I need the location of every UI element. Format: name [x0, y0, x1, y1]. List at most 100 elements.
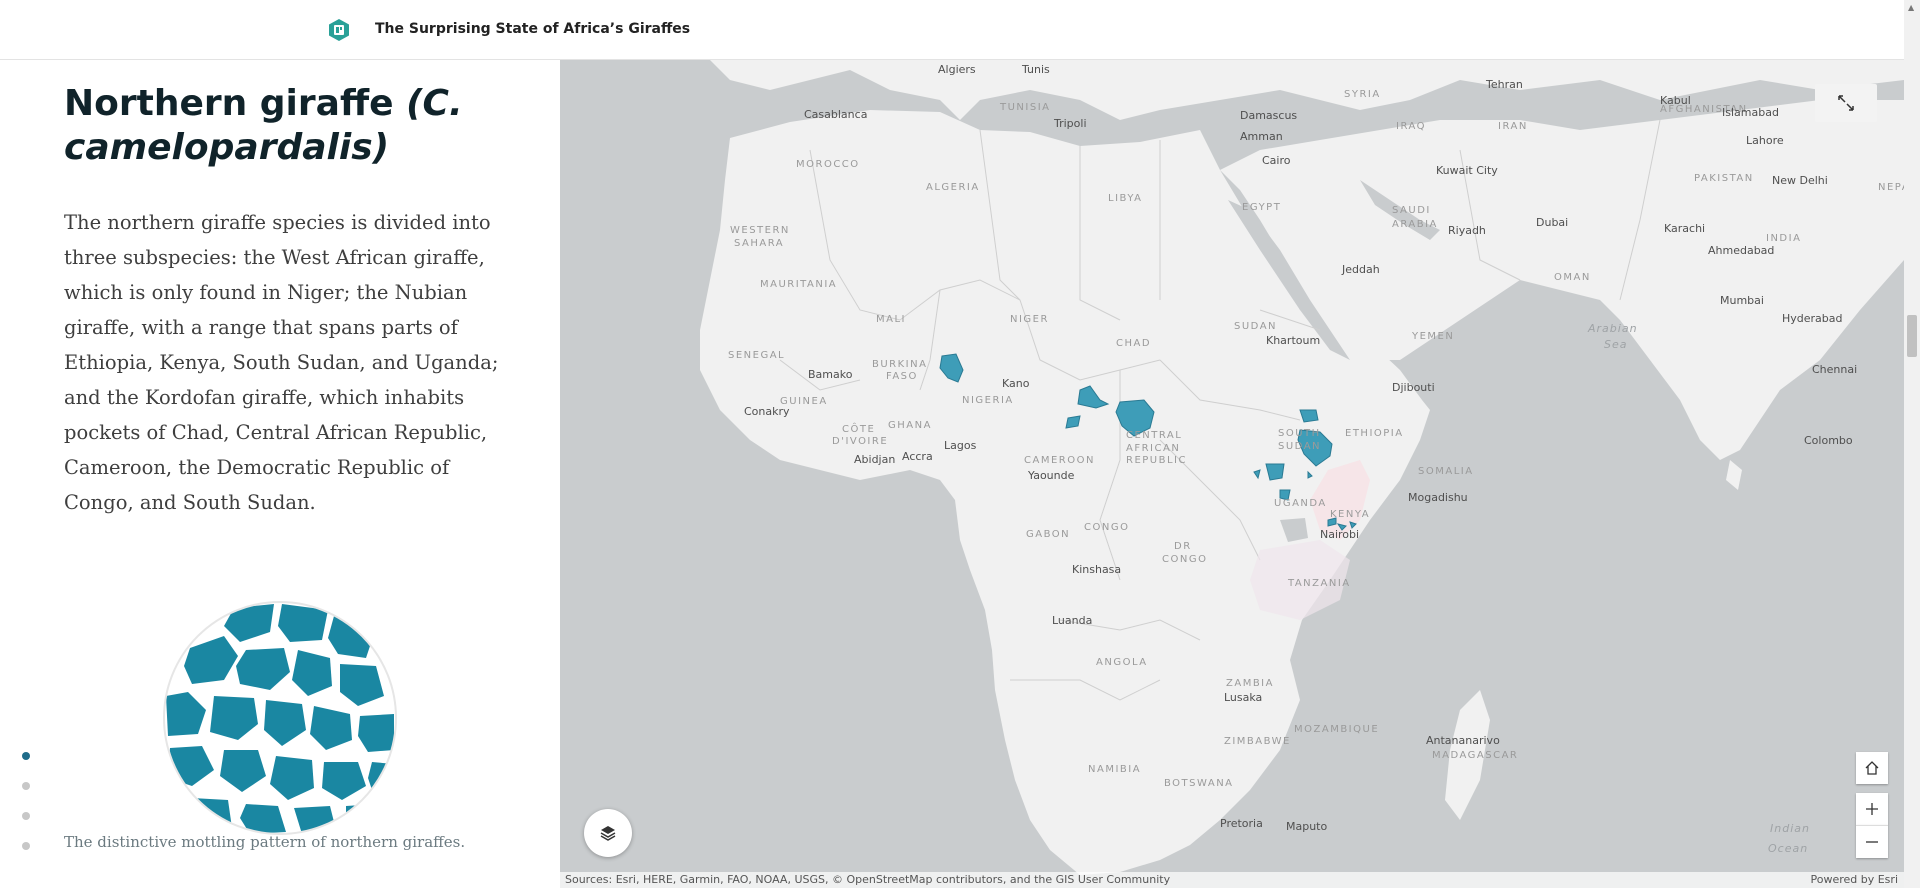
- scroll-up-icon[interactable]: ▲: [1908, 3, 1914, 12]
- narrative-panel: Northern giraffe (C. camelopardalis) The…: [0, 60, 560, 888]
- city-label: Pretoria: [1220, 817, 1263, 830]
- country-label: TANZANIA: [1287, 578, 1351, 589]
- city-label: Nairobi: [1320, 528, 1359, 541]
- city-label: Riyadh: [1448, 224, 1486, 237]
- section-dot-3[interactable]: [22, 812, 30, 820]
- country-label: SAUDI: [1392, 205, 1431, 216]
- plus-icon: [1866, 803, 1878, 815]
- country-label: CÔTE: [842, 422, 875, 435]
- heading-common-name: Northern giraffe: [64, 83, 394, 124]
- country-label: NEPAL: [1878, 182, 1904, 193]
- section-heading: Northern giraffe (C. camelopardalis): [64, 82, 504, 170]
- country-label: LIBYA: [1108, 193, 1143, 204]
- city-label: Antananarivo: [1426, 734, 1500, 747]
- country-label: IRAN: [1498, 121, 1528, 132]
- image-caption: The distinctive mottling pattern of nort…: [64, 833, 466, 851]
- country-label: BURKINA: [872, 359, 927, 370]
- zoom-out-button[interactable]: [1856, 825, 1888, 858]
- country-label: ZIMBABWE: [1224, 736, 1291, 747]
- home-icon: [1865, 761, 1879, 775]
- country-label: EGYPT: [1242, 202, 1281, 213]
- country-label: DR: [1174, 541, 1192, 552]
- country-label: MOZAMBIQUE: [1294, 724, 1379, 735]
- country-label: GABON: [1026, 529, 1070, 540]
- city-label: Islamabad: [1722, 106, 1779, 119]
- home-button[interactable]: [1856, 752, 1888, 784]
- country-label: NAMIBIA: [1088, 764, 1141, 775]
- country-label: OMAN: [1554, 272, 1591, 283]
- sea-label: Sea: [1604, 338, 1628, 351]
- country-label: ZAMBIA: [1226, 678, 1274, 689]
- sea-label: Arabian: [1587, 322, 1638, 335]
- country-label: IRAQ: [1396, 121, 1426, 132]
- city-label: Cairo: [1262, 154, 1291, 167]
- city-label: Lahore: [1746, 134, 1784, 147]
- map-view[interactable]: TUNISIA SYRIA AFGHANISTAN IRAQ IRAN MORO…: [560, 60, 1904, 888]
- city-label: Kano: [1002, 377, 1030, 390]
- country-label: CONGO: [1084, 522, 1129, 533]
- map-attribution: Sources: Esri, HERE, Garmin, FAO, NOAA, …: [560, 872, 1904, 888]
- city-label: Accra: [902, 450, 933, 463]
- fullscreen-button[interactable]: [1815, 84, 1877, 122]
- country-label: ANGOLA: [1096, 657, 1148, 668]
- zoom-in-button[interactable]: [1856, 793, 1888, 825]
- city-label: Tunis: [1021, 63, 1050, 76]
- city-label: Kabul: [1660, 94, 1691, 107]
- sea-label: Indian: [1770, 822, 1810, 835]
- city-label: Yaounde: [1027, 469, 1075, 482]
- city-label: Karachi: [1664, 222, 1705, 235]
- country-label: SOUTH: [1278, 428, 1321, 439]
- country-label: TUNISIA: [999, 102, 1051, 113]
- country-label: PAKISTAN: [1694, 173, 1754, 184]
- country-label: CENTRAL: [1126, 430, 1182, 441]
- country-label: CHAD: [1116, 338, 1151, 349]
- country-label: INDIA: [1766, 233, 1801, 244]
- story-title[interactable]: The Surprising State of Africa’s Giraffe…: [375, 21, 690, 37]
- country-label: MAURITANIA: [760, 279, 837, 290]
- city-label: New Delhi: [1772, 174, 1828, 187]
- layers-icon: [600, 826, 616, 841]
- city-label: Tripoli: [1053, 117, 1087, 130]
- country-label: SAHARA: [734, 238, 784, 249]
- city-label: Khartoum: [1266, 334, 1320, 347]
- city-label: Luanda: [1052, 614, 1092, 627]
- country-label: ALGERIA: [926, 182, 980, 193]
- scrollbar-thumb[interactable]: [1907, 315, 1917, 357]
- storymap-logo-icon[interactable]: [327, 18, 351, 42]
- city-label: Algiers: [938, 63, 976, 76]
- minus-icon: [1866, 841, 1878, 843]
- country-label: CAMEROON: [1024, 455, 1095, 466]
- country-label: UGANDA: [1274, 498, 1327, 509]
- country-label: ETHIOPIA: [1345, 428, 1404, 439]
- city-label: Lusaka: [1224, 691, 1262, 704]
- country-label: WESTERN: [730, 225, 790, 236]
- country-label: SYRIA: [1344, 89, 1381, 100]
- city-label: Jeddah: [1341, 263, 1380, 276]
- app-header: The Surprising State of Africa’s Giraffe…: [0, 0, 1904, 60]
- country-label: SOMALIA: [1418, 466, 1474, 477]
- country-label: NIGERIA: [962, 395, 1014, 406]
- section-dot-4[interactable]: [22, 842, 30, 850]
- city-label: Kuwait City: [1436, 164, 1498, 177]
- city-label: Conakry: [744, 405, 790, 418]
- section-dot-2[interactable]: [22, 782, 30, 790]
- section-dot-1[interactable]: [22, 752, 30, 760]
- country-label: AFRICAN: [1126, 443, 1180, 454]
- page-scrollbar[interactable]: ▲: [1904, 0, 1920, 888]
- giraffe-pattern-image: [163, 601, 397, 835]
- country-label: MALI: [876, 314, 906, 325]
- country-label: SUDAN: [1278, 441, 1321, 452]
- country-label: FASO: [886, 371, 918, 382]
- powered-by-link[interactable]: Powered by Esri: [1810, 873, 1898, 886]
- city-label: Maputo: [1286, 820, 1327, 833]
- city-label: Djibouti: [1392, 381, 1435, 394]
- sea-label: Ocean: [1768, 842, 1808, 855]
- city-label: Bamako: [808, 368, 853, 381]
- country-label: CONGO: [1162, 554, 1207, 565]
- country-label: SENEGAL: [728, 350, 785, 361]
- city-label: Damascus: [1240, 109, 1297, 122]
- country-label: MADAGASCAR: [1432, 750, 1518, 761]
- country-label: KENYA: [1330, 509, 1370, 520]
- layers-button[interactable]: [584, 809, 632, 857]
- section-body: The northern giraffe species is divided …: [64, 211, 499, 514]
